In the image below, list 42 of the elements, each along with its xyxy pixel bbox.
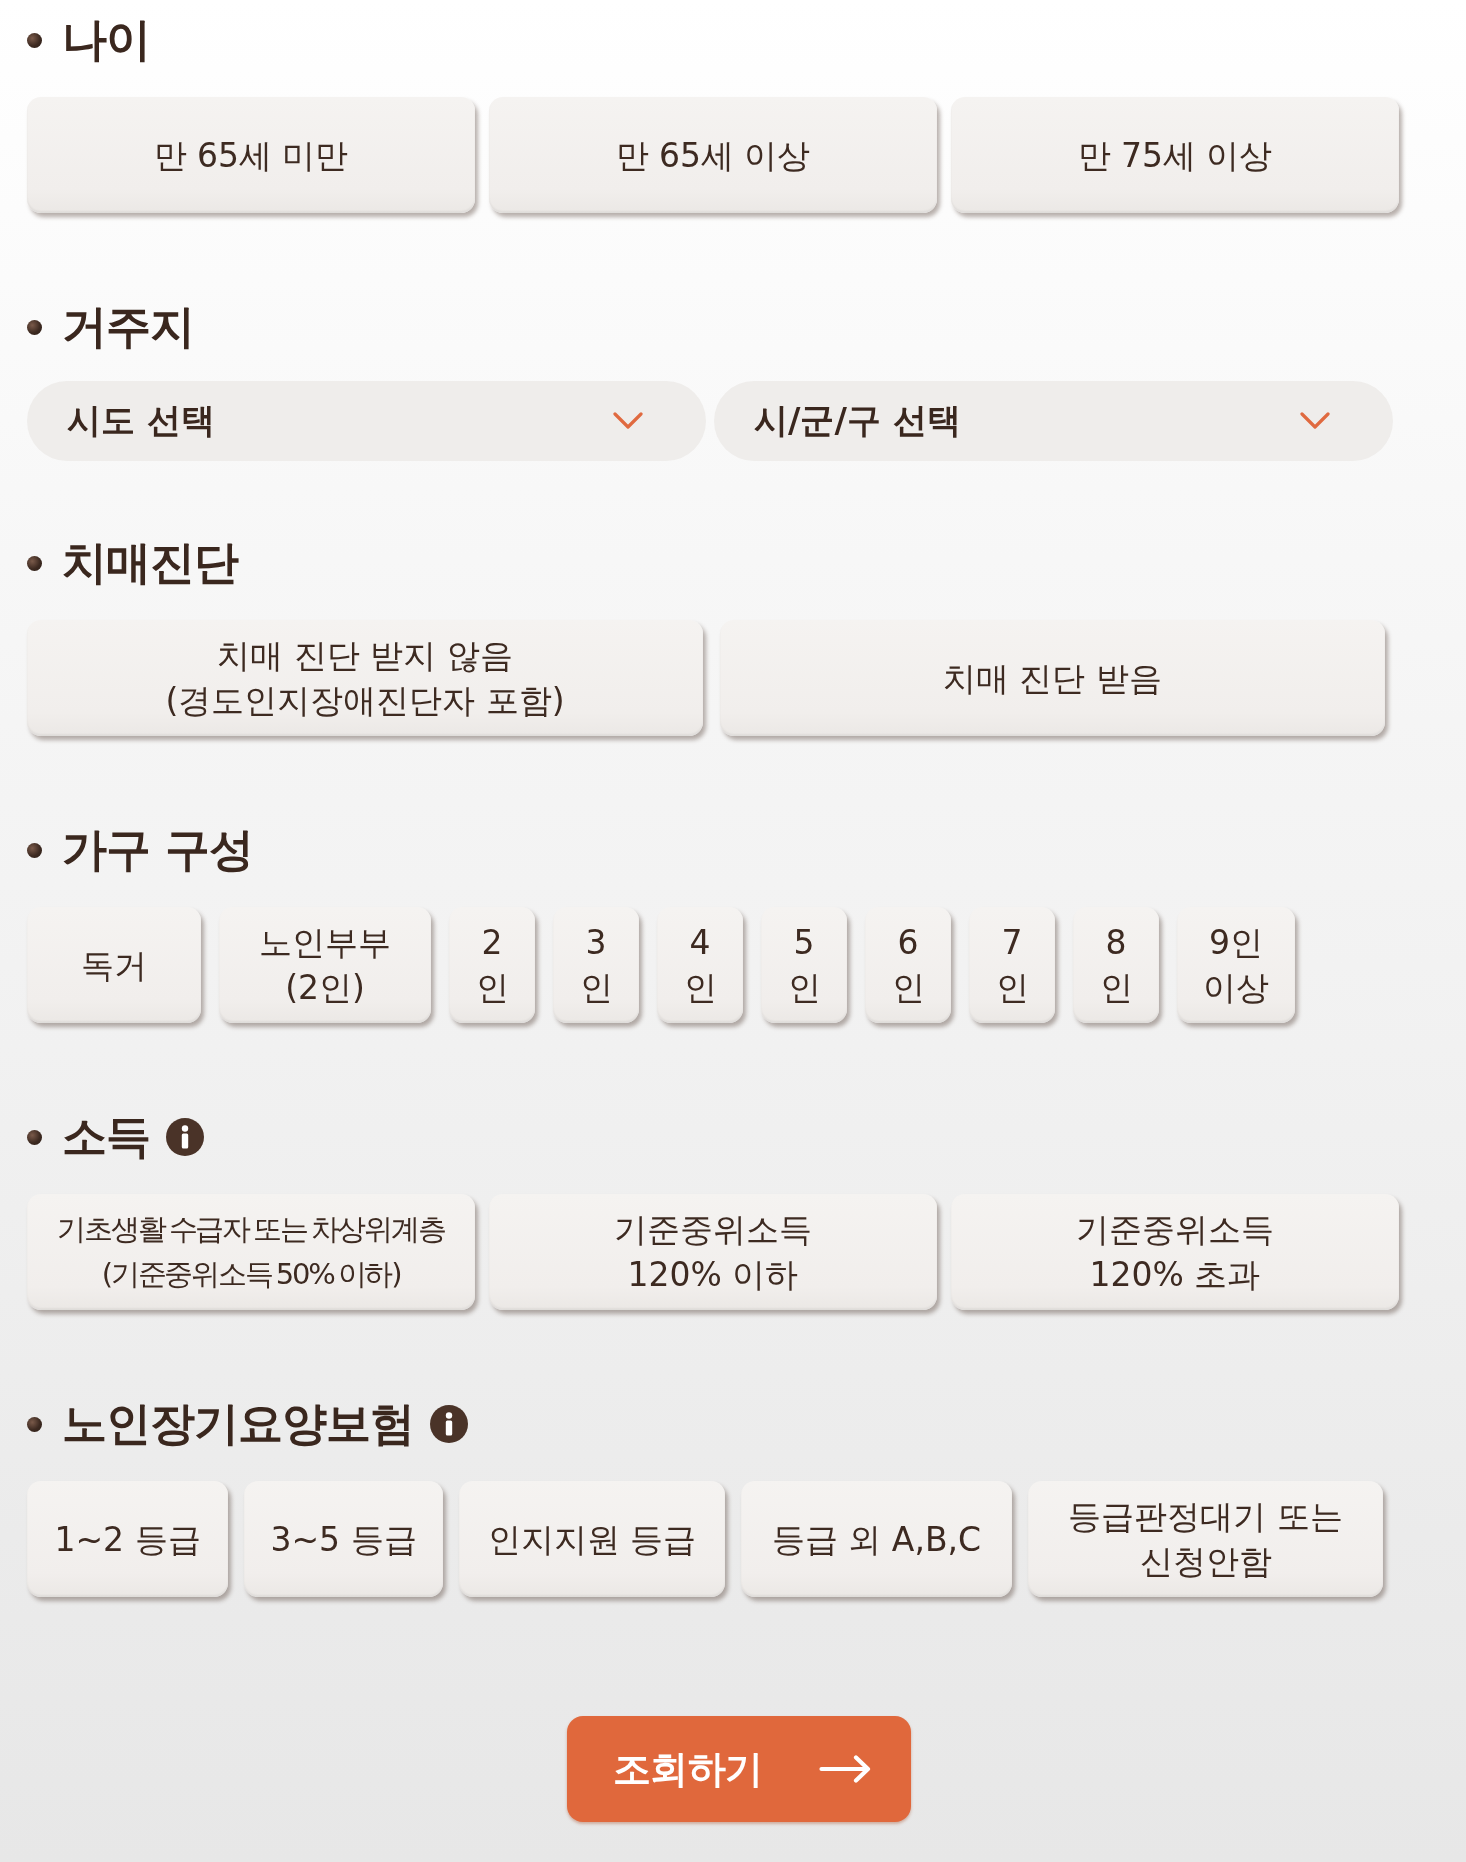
option-button[interactable]: 독거	[27, 907, 201, 1023]
chevron-down-icon	[613, 412, 643, 430]
option-button[interactable]: 8 인	[1073, 907, 1159, 1023]
info-icon[interactable]	[166, 1118, 204, 1156]
option-button[interactable]: 6 인	[865, 907, 951, 1023]
option-button[interactable]: 등급판정대기 또는 신청안함	[1028, 1481, 1383, 1597]
select-dropdown[interactable]: 시/군/구 선택	[714, 381, 1393, 461]
section-title: 나이	[62, 12, 150, 68]
option-button[interactable]: 3 인	[553, 907, 639, 1023]
bullet-icon	[27, 842, 42, 858]
option-button[interactable]: 1~2 등급	[27, 1481, 228, 1597]
section-title: 노인장기요양보험	[62, 1396, 414, 1452]
option-button[interactable]: 7 인	[969, 907, 1055, 1023]
option-button[interactable]: 노인부부 (2인)	[219, 907, 431, 1023]
option-button[interactable]: 5 인	[761, 907, 847, 1023]
option-button[interactable]: 인지지원 등급	[459, 1481, 725, 1597]
section-title: 가구 구성	[62, 822, 253, 878]
bullet-icon	[27, 1416, 42, 1432]
option-button[interactable]: 기준중위소득 120% 초과	[951, 1194, 1399, 1310]
bullet-icon	[27, 555, 42, 571]
arrow-right-icon	[818, 1755, 871, 1783]
chevron-down-icon	[1300, 412, 1330, 430]
info-icon[interactable]	[430, 1405, 468, 1443]
section-title: 소득	[62, 1109, 150, 1165]
bullet-icon	[27, 1129, 42, 1145]
section-title: 치매진단	[62, 535, 238, 591]
bullet-icon	[27, 32, 42, 48]
option-button[interactable]: 치매 진단 받지 않음 (경도인지장애진단자 포함)	[27, 620, 703, 736]
option-button[interactable]: 만 65세 이상	[489, 97, 937, 213]
option-button[interactable]: 3~5 등급	[244, 1481, 443, 1597]
section-title: 거주지	[62, 299, 194, 355]
option-button[interactable]: 9인 이상	[1177, 907, 1295, 1023]
option-button[interactable]: 2 인	[449, 907, 535, 1023]
option-button[interactable]: 만 75세 이상	[951, 97, 1399, 213]
select-dropdown[interactable]: 시도 선택	[27, 381, 706, 461]
option-button[interactable]: 만 65세 미만	[27, 97, 475, 213]
option-button[interactable]: 치매 진단 받음	[720, 620, 1385, 736]
bullet-icon	[27, 319, 42, 335]
option-button[interactable]: 4 인	[657, 907, 743, 1023]
option-button[interactable]: 기초생활 수급자 또는 차상위계층 (기준중위소득 50% 이하)	[27, 1194, 475, 1310]
option-button[interactable]: 기준중위소득 120% 이하	[489, 1194, 937, 1310]
option-button[interactable]: 등급 외 A,B,C	[741, 1481, 1012, 1597]
